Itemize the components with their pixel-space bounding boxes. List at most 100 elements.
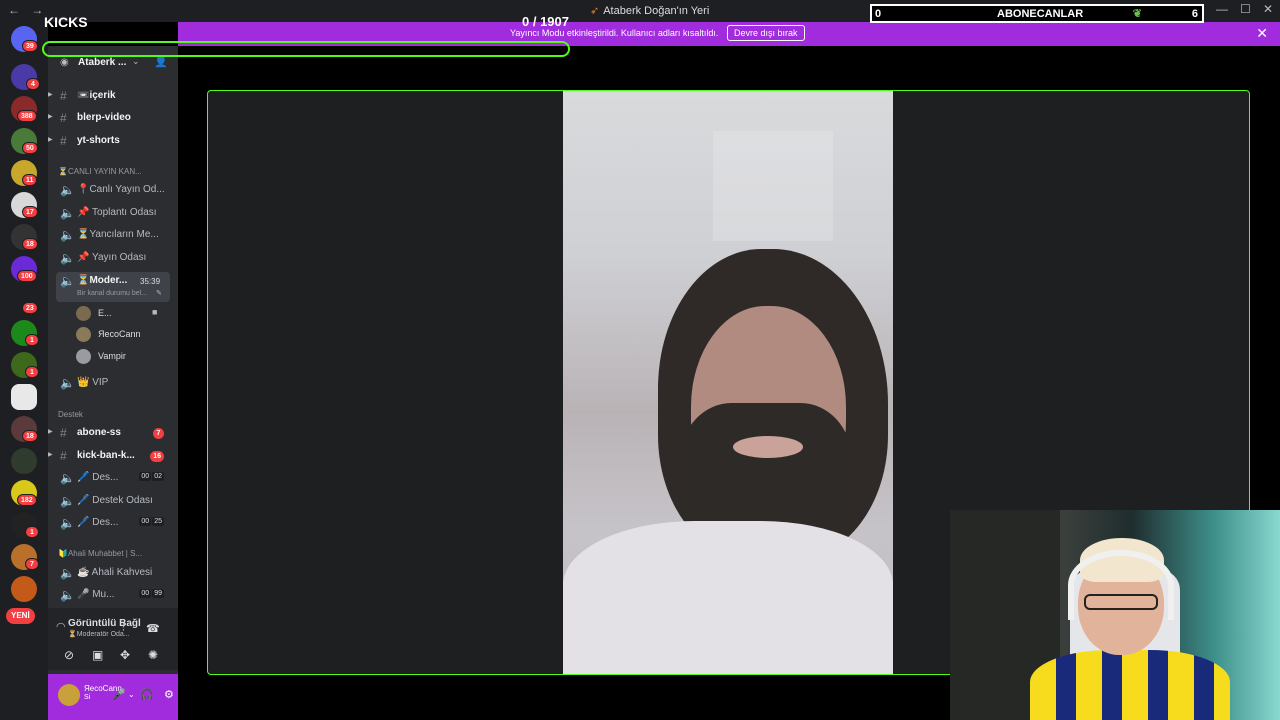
speaker-icon: 🔈 [60,376,75,390]
user-count: 00 99 [139,589,164,598]
voice-connection-panel: ◠ Görüntülü Bağl ⏳Moderatör Oda... ⫶ ☎ ⊘… [48,608,178,670]
minimize-button[interactable]: — [1216,2,1228,16]
user-status: Si [84,694,91,701]
category-ahali[interactable]: 🔰Ahali Muhabbet | S... [58,549,142,558]
voice-channel-item[interactable]: 🔈 ☕ Ahali Kahvesi [48,563,178,583]
category-live[interactable]: ⏳CANLI YAYIN KAN... [58,167,142,176]
camera-off-icon[interactable]: ⊘ [64,648,74,662]
avatar [76,327,91,342]
server-badge: 11 [22,174,38,186]
server-badge: 100 [17,270,37,282]
text-channel-item[interactable]: ▶ # blerp-video [48,108,178,128]
subs-title: ABONECANLAR [997,8,1084,20]
leaf-icon: ❦ [1132,8,1142,20]
speaker-icon: 🔈 [60,228,75,242]
call-timer: 35:39 [140,277,161,286]
server-badge: 1 [25,526,39,538]
voice-channel-item[interactable]: 🔈 👑 VIP [48,373,178,393]
server-badge: 1 [25,366,39,378]
caret-icon: ▶ [48,137,53,143]
disconnect-icon[interactable]: ☎ [146,622,160,635]
discord-window: ← → ➶ Ataberk Doğan'ın Yeri — ☐ ✕ 39 4 38… [0,0,1280,720]
signal-icon[interactable]: ◠ [56,620,66,633]
window-title: ➶ Ataberk Doğan'ın Yeri [590,5,710,17]
voice-status-title: Görüntülü Bağl [68,618,141,629]
kicks-progress-bar [42,41,570,57]
screen-share-icon[interactable]: ▣ [92,648,103,662]
maximize-button[interactable]: ☐ [1240,2,1251,16]
hash-icon: # [60,449,67,463]
back-arrow-icon[interactable]: ← [8,3,20,17]
speaker-icon: 🔈 [60,516,75,530]
voice-channel-item[interactable]: 🔈 🖊️ Destek Odası [48,491,178,511]
voice-channel-item[interactable]: 🔈 🎤 Mu... 00 99 [48,585,178,605]
activities-icon[interactable]: ✥ [120,648,130,662]
participant-video[interactable] [563,91,893,674]
hash-icon: # [60,111,67,125]
voice-channel-item[interactable]: 🔈 📌 Toplantı Odası [48,203,178,223]
window-close-button[interactable]: ✕ [1263,2,1273,16]
text-channel-item[interactable]: ▶ # 📼içerik [48,86,178,106]
banner-close-icon[interactable]: ✕ [1256,25,1268,42]
caret-icon: ▶ [48,114,53,120]
edit-pencil-icon[interactable]: ✎ [156,289,162,297]
server-badge: 7 [25,558,39,570]
server-icon[interactable] [11,576,37,602]
speaker-icon: 🔈 [60,274,75,288]
server-badge: 182 [17,494,37,506]
text-channel-item[interactable]: ▶ # yt-shorts [48,131,178,151]
text-channel-item[interactable]: ▶ # kick-ban-k... 16 [48,446,178,466]
home-badge: 39 [22,40,38,52]
forward-arrow-icon[interactable]: → [31,3,43,17]
channel-status[interactable]: Bir kanal durumu bel... [77,290,147,297]
text-channel-item[interactable]: ▶ # abone-ss 7 [48,423,178,443]
caret-icon: ▶ [48,429,53,435]
unread-badge: 7 [153,428,164,439]
voice-channel-item[interactable]: 🔈 🖊️ Des... 00 25 [48,513,178,533]
server-badge: 388 [17,110,37,122]
camera-icon: ■ [152,307,158,317]
avatar[interactable] [58,684,80,706]
caret-icon: ▶ [48,452,53,458]
speaker-icon: 🔈 [60,183,75,197]
noise-suppression-icon[interactable]: ⫶ [122,622,125,635]
speaker-icon: 🔈 [60,206,75,220]
server-badge: 23 [22,302,38,314]
voice-user[interactable]: Vampir [76,348,176,366]
voice-user[interactable]: E... ■ [76,305,176,323]
settings-gear-icon[interactable]: ⚙ [164,688,174,701]
voice-channel-item[interactable]: 🔈 ⏳Yancıların Me... [48,225,178,245]
streamer-mode-message: Yayıncı Modu etkinleştirildi. Kullanıcı … [510,28,719,38]
channel-sidebar: ◉ Ataberk ... ⌄ 👤 ▶ # 📼içerik ▶ # blerp-… [48,46,178,720]
voice-status-channel[interactable]: ⏳Moderatör Oda... [68,630,130,638]
microphone-icon[interactable]: 🎤 [112,688,126,701]
chevron-down-icon[interactable]: ⌄ [128,690,135,699]
server-badge: 18 [22,238,38,250]
chevron-down-icon[interactable]: ⌄ [132,56,140,67]
server-icon[interactable] [11,384,37,410]
speaker-icon: 🔈 [60,251,75,265]
server-badge: 1 [25,334,39,346]
avatar [76,349,91,364]
hash-icon: # [60,89,67,103]
server-rail: 39 4 388 50 11 17 18 100 23 1 1 18 182 1… [0,22,48,720]
voice-user[interactable]: ЯecoCann [76,326,176,344]
hash-icon: # [60,426,67,440]
category-support[interactable]: Destek [58,410,83,419]
server-badge: 50 [22,142,38,154]
caret-icon: ▶ [48,92,53,98]
voice-channel-item[interactable]: 🔈 📍Canlı Yayın Od... [48,180,178,200]
server-status-icon: ◉ [60,57,69,68]
disable-streamer-mode-button[interactable]: Devre dışı bırak [727,25,805,41]
server-icon[interactable] [11,448,37,474]
headphones-icon[interactable]: 🎧 [140,688,154,701]
avatar [76,306,91,321]
speaker-icon: 🔈 [60,494,75,508]
user-count: 00 02 [139,472,164,481]
kicks-label: KICKS [44,14,88,30]
voice-channel-item[interactable]: 🔈 🖊️ Des... 00 02 [48,468,178,488]
server-badge: 18 [22,430,38,442]
subs-left-count: 0 [875,8,882,20]
soundboard-icon[interactable]: ✺ [148,648,158,662]
voice-channel-item[interactable]: 🔈 📌 Yayın Odası [48,248,178,268]
